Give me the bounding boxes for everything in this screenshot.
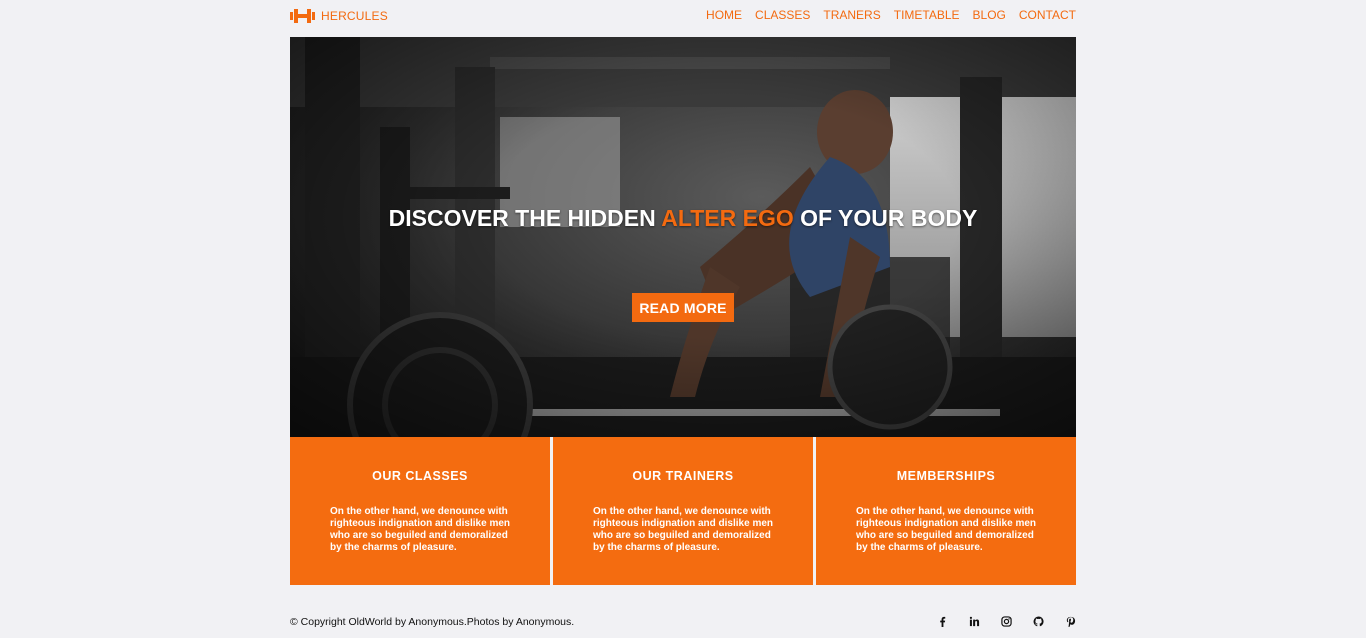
hero-headline-accent: ALTER EGO — [661, 205, 794, 231]
dumbbell-logo-icon — [290, 9, 315, 23]
nav-timetable[interactable]: TIMETABLE — [894, 9, 960, 22]
copyright-text: © Copyright OldWorld by Anonymous.Photos… — [290, 616, 575, 628]
nav-trainers[interactable]: TRANERS — [823, 9, 880, 22]
header: HERCULES HOME CLASSES TRANERS TIMETABLE … — [290, 0, 1076, 34]
card-memberships[interactable]: MEMBERSHIPS On the other hand, we denoun… — [816, 437, 1076, 585]
hero-headline: DISCOVER THE HIDDEN ALTER EGO OF YOUR BO… — [290, 204, 1076, 232]
hero-headline-start: DISCOVER THE HIDDEN — [388, 205, 662, 231]
hero-gym-photo — [290, 37, 1076, 437]
social-links — [936, 614, 1076, 628]
card-title: MEMBERSHIPS — [896, 469, 996, 483]
card-text: On the other hand, we denounce with righ… — [330, 506, 511, 553]
nav-blog[interactable]: BLOG — [973, 9, 1006, 22]
main-nav: HOME CLASSES TRANERS TIMETABLE BLOG CONT… — [706, 9, 1076, 22]
card-text: On the other hand, we denounce with righ… — [856, 506, 1037, 553]
card-text: On the other hand, we denounce with righ… — [593, 506, 774, 553]
facebook-icon[interactable] — [936, 614, 948, 628]
card-title: OUR TRAINERS — [632, 469, 734, 483]
pinterest-icon[interactable] — [1064, 614, 1076, 628]
linkedin-icon[interactable] — [968, 614, 980, 628]
brand-name: HERCULES — [321, 9, 388, 23]
hero-banner: DISCOVER THE HIDDEN ALTER EGO OF YOUR BO… — [290, 37, 1076, 437]
feature-cards: OUR CLASSES On the other hand, we denoun… — [290, 437, 1076, 585]
brand[interactable]: HERCULES — [290, 8, 388, 24]
github-icon[interactable] — [1032, 614, 1044, 628]
read-more-button[interactable]: READ MORE — [632, 293, 734, 322]
card-our-trainers[interactable]: OUR TRAINERS On the other hand, we denou… — [553, 437, 813, 585]
nav-home[interactable]: HOME — [706, 9, 742, 22]
card-title: OUR CLASSES — [372, 469, 468, 483]
instagram-icon[interactable] — [1000, 614, 1012, 628]
nav-classes[interactable]: CLASSES — [755, 9, 810, 22]
card-our-classes[interactable]: OUR CLASSES On the other hand, we denoun… — [290, 437, 550, 585]
nav-contact[interactable]: CONTACT — [1019, 9, 1076, 22]
hero-headline-end: OF YOUR BODY — [793, 205, 978, 231]
